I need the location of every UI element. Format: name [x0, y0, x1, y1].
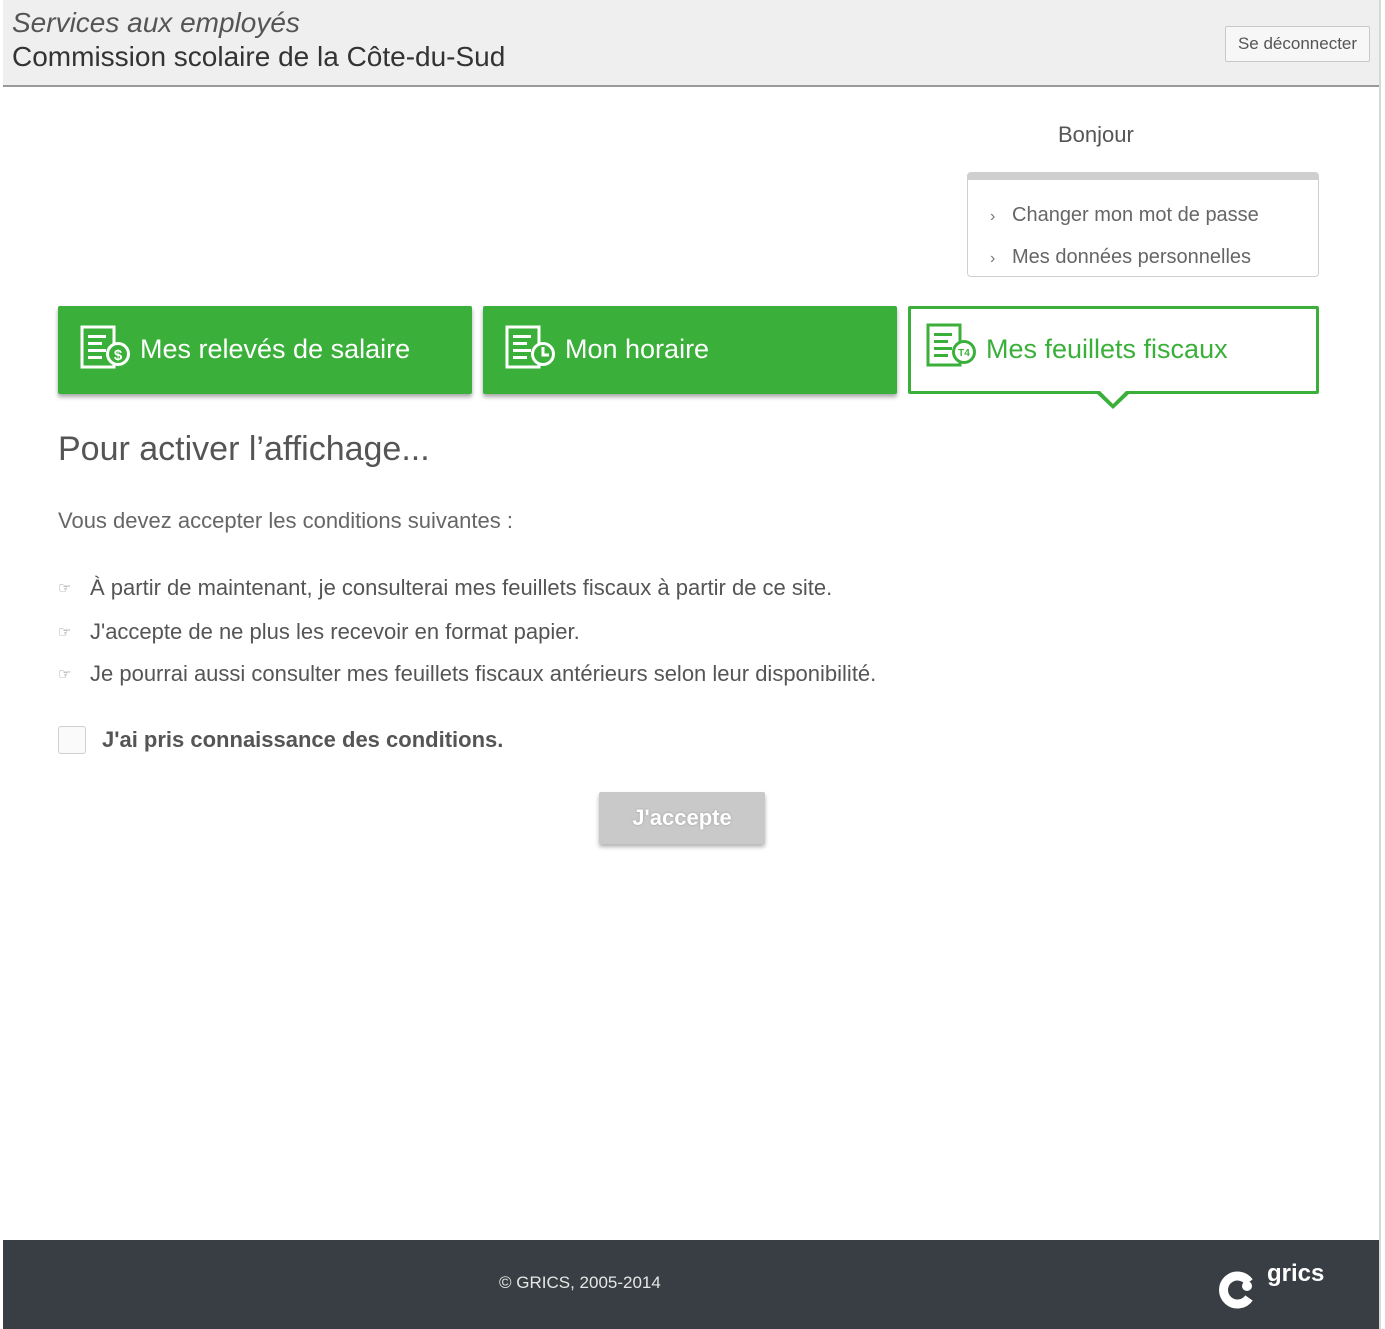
- tab-tax-slips-label: Mes feuillets fiscaux: [986, 334, 1228, 364]
- svg-text:$: $: [114, 347, 123, 364]
- organization-name: Commission scolaire de la Côte-du-Sud: [12, 41, 506, 72]
- condition-item: ☞ J'accepte de ne plus les recevoir en fo…: [58, 619, 580, 645]
- tab-schedule[interactable]: Mon horaire: [483, 306, 897, 394]
- page: Services aux employés Commission scolair…: [0, 0, 1385, 1329]
- tab-tax-slips[interactable]: T4 Mes feuillets fiscaux: [908, 306, 1319, 394]
- accept-conditions-checkbox[interactable]: [58, 726, 86, 754]
- tax-slip-t4-icon: T4: [926, 323, 976, 367]
- service-title: Services aux employés: [12, 7, 300, 38]
- tab-pay-stubs-label: Mes relevés de salaire: [140, 334, 411, 364]
- pointing-hand-icon: ☞: [58, 624, 72, 641]
- condition-text: À partir de maintenant, je consulterai m…: [90, 575, 833, 600]
- grics-logo-text: grics: [1267, 1260, 1325, 1287]
- change-password-link[interactable]: › Changer mon mot de passe: [990, 200, 1259, 230]
- condition-text: J'accepte de ne plus les recevoir en for…: [90, 619, 580, 644]
- tab-schedule-label: Mon horaire: [565, 334, 710, 364]
- conditions-intro: Vous devez accepter les conditions suiva…: [58, 508, 513, 533]
- section-title: Pour activer l’affichage...: [58, 430, 430, 468]
- header: Services aux employés Commission scolair…: [3, 0, 1379, 87]
- footer: © GRICS, 2005-2014 grics: [3, 1240, 1379, 1329]
- condition-item: ☞ Je pourrai aussi consulter mes feuillet…: [58, 661, 876, 687]
- user-menu: › Changer mon mot de passe › Mes données p…: [967, 172, 1319, 277]
- chevron-right-icon: ›: [990, 208, 996, 225]
- accept-button[interactable]: J'accepte: [599, 792, 765, 844]
- pay-stub-dollar-icon: $: [80, 325, 130, 369]
- condition-item: ☞ À partir de maintenant, je consulterai …: [58, 575, 832, 601]
- logout-button[interactable]: Se déconnecter: [1225, 26, 1370, 62]
- accept-conditions-label[interactable]: J'ai pris connaissance des conditions.: [102, 727, 503, 753]
- window-edge: [1379, 0, 1381, 1329]
- copyright: © GRICS, 2005-2014: [499, 1273, 661, 1292]
- schedule-clock-icon: [505, 325, 555, 369]
- greeting: Bonjour: [1058, 122, 1134, 147]
- condition-text: Je pourrai aussi consulter mes feuillets…: [90, 661, 877, 686]
- pointing-hand-icon: ☞: [58, 666, 72, 683]
- tab-pay-stubs[interactable]: $ Mes relevés de salaire: [58, 306, 472, 394]
- active-tab-pointer-inner: [1100, 391, 1126, 404]
- personal-data-label: Mes données personnelles: [1012, 246, 1252, 268]
- pointing-hand-icon: ☞: [58, 580, 72, 597]
- t4-badge-text: T4: [958, 348, 970, 359]
- change-password-label: Changer mon mot de passe: [1012, 204, 1259, 226]
- personal-data-link[interactable]: › Mes données personnelles: [990, 242, 1251, 272]
- chevron-right-icon: ›: [990, 250, 996, 267]
